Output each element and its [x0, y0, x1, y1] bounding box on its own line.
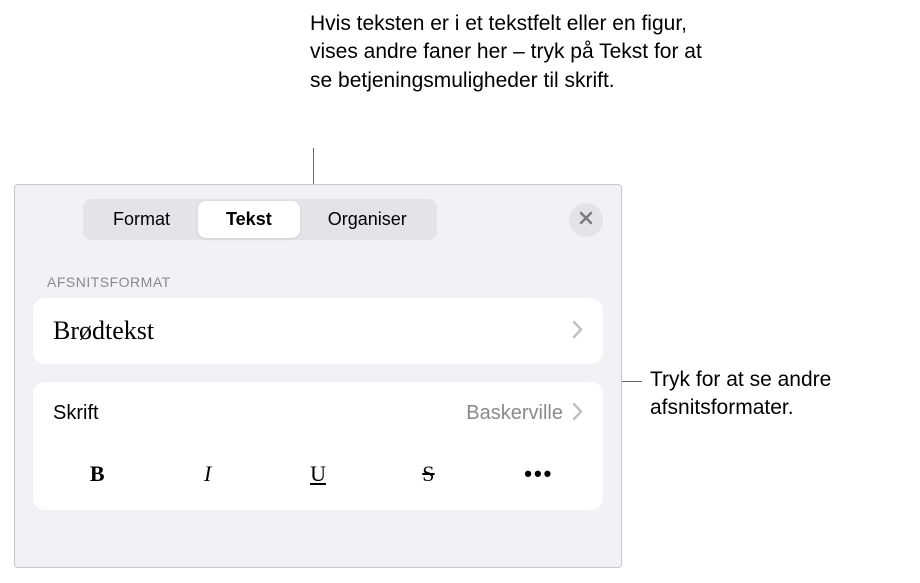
italic-button[interactable]: I — [155, 454, 259, 494]
tab-organiser[interactable]: Organiser — [300, 201, 435, 238]
tab-format[interactable]: Format — [85, 201, 198, 238]
chevron-right-icon — [573, 318, 583, 344]
paragraph-style-name: Brødtekst — [53, 316, 573, 346]
strikethrough-icon: S — [422, 461, 434, 487]
underline-button[interactable]: U — [266, 454, 370, 494]
font-label: Skrift — [53, 402, 466, 425]
tab-tekst[interactable]: Tekst — [198, 201, 300, 238]
font-row[interactable]: Skrift Baskerville — [33, 382, 603, 444]
strikethrough-button[interactable]: S — [376, 454, 480, 494]
callout-right-text: Tryk for at se andre afsnitsformater. — [650, 366, 910, 423]
bold-button[interactable]: B — [45, 454, 149, 494]
format-inspector-panel: Format Tekst Organiser AFSNITSFORMAT Brø… — [14, 184, 622, 568]
font-value: Baskerville — [466, 402, 563, 425]
chevron-right-icon — [573, 400, 583, 426]
text-style-buttons: B I U S ••• — [33, 444, 603, 510]
panel-header: Format Tekst Organiser — [15, 185, 621, 250]
section-label-paragraph: AFSNITSFORMAT — [15, 250, 621, 298]
close-icon — [579, 209, 593, 230]
font-card: Skrift Baskerville B I U S ••• — [33, 382, 603, 510]
more-button[interactable]: ••• — [487, 454, 591, 494]
paragraph-style-card: Brødtekst — [33, 298, 603, 364]
underline-icon: U — [310, 461, 326, 487]
close-button[interactable] — [569, 203, 603, 237]
paragraph-style-row[interactable]: Brødtekst — [33, 298, 603, 364]
callout-top-text: Hvis teksten er i et tekstfelt eller en … — [310, 10, 710, 95]
segmented-control: Format Tekst Organiser — [83, 199, 437, 240]
